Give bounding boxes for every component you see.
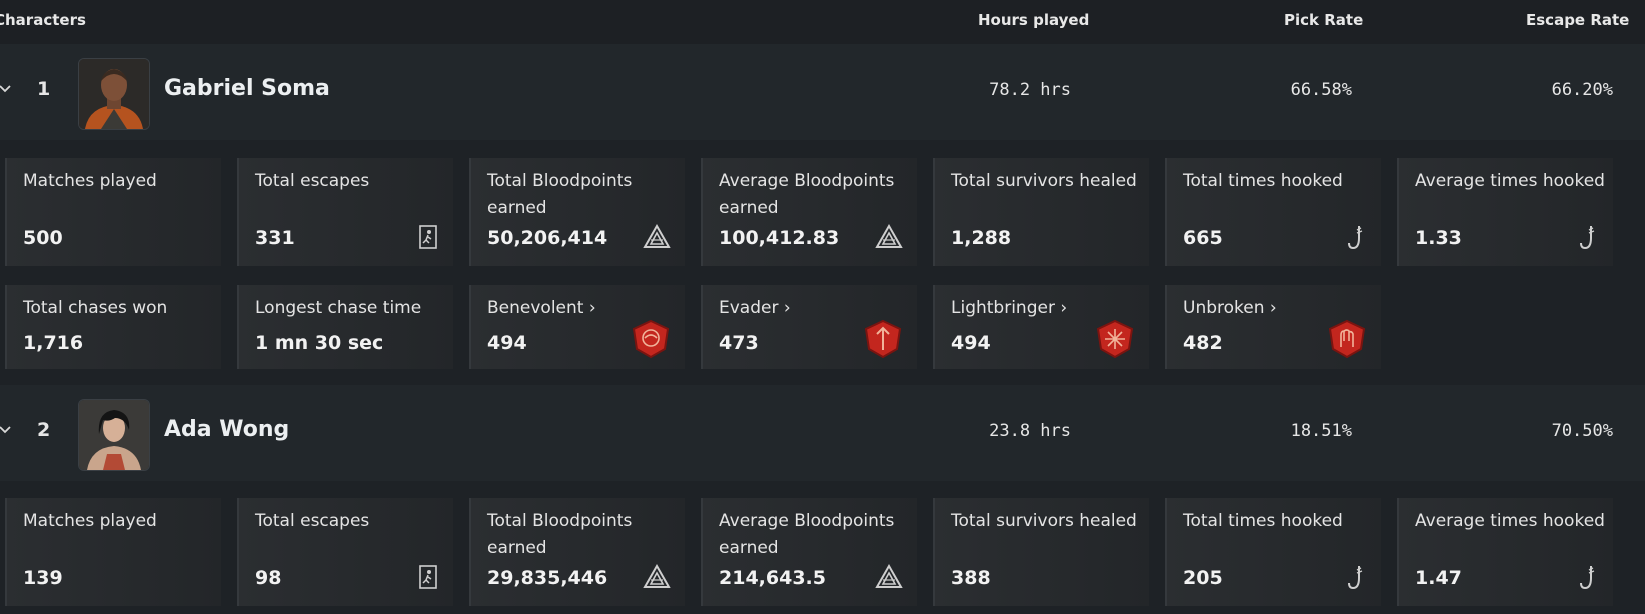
stat-value: 1,288 bbox=[951, 227, 1012, 249]
stat-label: Average Bloodpoints earned bbox=[719, 511, 895, 558]
stat-label: Total escapes bbox=[255, 511, 370, 531]
stat-value: 494 bbox=[951, 332, 991, 354]
avatar-gabriel-soma bbox=[78, 58, 150, 130]
pick-rate-value: 18.51% bbox=[1290, 421, 1352, 441]
stat-value: 214,643.5 bbox=[719, 567, 826, 589]
bloodpoints-icon bbox=[643, 563, 671, 594]
stat-card-longest-chase: Longest chase time 1 mn 30 sec bbox=[237, 285, 453, 369]
escape-rate-value: 66.20% bbox=[1551, 80, 1613, 100]
benevolent-emblem-icon bbox=[631, 319, 671, 363]
stat-card-total-escapes: Total escapes 98 bbox=[237, 498, 453, 606]
stat-label: Total survivors healed bbox=[951, 511, 1137, 531]
rank-number: 2 bbox=[37, 419, 51, 441]
hours-played-value: 23.8 hrs bbox=[989, 421, 1071, 441]
emblem-card-benevolent[interactable]: Benevolent › 494 bbox=[469, 285, 685, 369]
stat-value: 1,716 bbox=[23, 332, 84, 354]
stat-label: Average Bloodpoints earned bbox=[719, 171, 895, 218]
stat-value: 29,835,446 bbox=[487, 567, 608, 589]
stat-card-average-bloodpoints: Average Bloodpoints earned 214,643.5 bbox=[701, 498, 917, 606]
unbroken-emblem-icon bbox=[1327, 319, 1367, 363]
stat-value: 388 bbox=[951, 567, 991, 589]
stat-label: Total survivors healed bbox=[951, 171, 1137, 191]
stat-card-survivors-healed: Total survivors healed 1,288 bbox=[933, 158, 1149, 266]
stat-card-chases-won: Total chases won 1,716 bbox=[5, 285, 221, 369]
stat-value: 139 bbox=[23, 567, 63, 589]
emblem-label[interactable]: Evader › bbox=[719, 295, 909, 322]
stat-label: Average times hooked bbox=[1415, 171, 1605, 191]
stat-card-times-hooked: Total times hooked 205 bbox=[1165, 498, 1381, 606]
stat-card-survivors-healed: Total survivors healed 388 bbox=[933, 498, 1149, 606]
stat-card-total-bloodpoints: Total Bloodpoints earned 50,206,414 bbox=[469, 158, 685, 266]
character-row-gabriel-soma[interactable]: 1 Gabriel Soma 78.2 hrs 66.58% 66.20% bbox=[0, 44, 1645, 140]
bloodpoints-icon bbox=[643, 223, 671, 254]
escape-rate-value: 70.50% bbox=[1551, 421, 1613, 441]
hook-icon bbox=[1579, 564, 1599, 596]
column-header-escape-rate[interactable]: Escape Rate bbox=[1526, 11, 1629, 29]
pick-rate-value: 66.58% bbox=[1290, 80, 1352, 100]
lightbringer-emblem-icon bbox=[1095, 319, 1135, 363]
stat-card-matches-played: Matches played 500 bbox=[5, 158, 221, 266]
avatar-ada-wong bbox=[78, 399, 150, 471]
character-name[interactable]: Gabriel Soma bbox=[164, 76, 330, 101]
stat-value: 1 mn 30 sec bbox=[255, 332, 384, 354]
column-header-hours-played[interactable]: Hours played bbox=[978, 11, 1089, 29]
hook-icon bbox=[1347, 224, 1367, 256]
stat-card-average-times-hooked: Average times hooked 1.47 bbox=[1397, 498, 1613, 606]
stat-value: 205 bbox=[1183, 567, 1223, 589]
stat-label: Matches played bbox=[23, 171, 157, 191]
stat-card-matches-played: Matches played 139 bbox=[5, 498, 221, 606]
table-header: Characters Hours played Pick Rate Escape… bbox=[0, 0, 1645, 44]
escape-icon bbox=[417, 224, 439, 254]
character-name[interactable]: Ada Wong bbox=[164, 417, 289, 442]
hook-icon bbox=[1579, 224, 1599, 256]
stat-value: 494 bbox=[487, 332, 527, 354]
hook-icon bbox=[1347, 564, 1367, 596]
stat-value: 500 bbox=[23, 227, 63, 249]
stat-card-total-escapes: Total escapes 331 bbox=[237, 158, 453, 266]
character-row-ada-wong[interactable]: 2 Ada Wong 23.8 hrs 18.51% 70.50% bbox=[0, 385, 1645, 481]
stat-card-average-bloodpoints: Average Bloodpoints earned 100,412.83 bbox=[701, 158, 917, 266]
stat-value: 50,206,414 bbox=[487, 227, 608, 249]
stat-value: 473 bbox=[719, 332, 759, 354]
stat-value: 331 bbox=[255, 227, 295, 249]
emblem-card-unbroken[interactable]: Unbroken › 482 bbox=[1165, 285, 1381, 369]
stat-label: Total Bloodpoints earned bbox=[487, 511, 633, 558]
stat-label: Total Bloodpoints earned bbox=[487, 171, 633, 218]
stat-card-total-bloodpoints: Total Bloodpoints earned 29,835,446 bbox=[469, 498, 685, 606]
emblem-label[interactable]: Lightbringer › bbox=[951, 295, 1141, 322]
chevron-down-icon[interactable] bbox=[0, 82, 12, 96]
hours-played-value: 78.2 hrs bbox=[989, 80, 1071, 100]
stat-value: 482 bbox=[1183, 332, 1223, 354]
stat-value: 98 bbox=[255, 567, 282, 589]
stat-card-times-hooked: Total times hooked 665 bbox=[1165, 158, 1381, 266]
stat-value: 1.47 bbox=[1415, 567, 1462, 589]
stat-value: 665 bbox=[1183, 227, 1223, 249]
escape-icon bbox=[417, 564, 439, 594]
emblem-card-evader[interactable]: Evader › 473 bbox=[701, 285, 917, 369]
stat-value: 100,412.83 bbox=[719, 227, 840, 249]
stat-card-average-times-hooked: Average times hooked 1.33 bbox=[1397, 158, 1613, 266]
stat-label: Total chases won bbox=[23, 298, 168, 318]
stat-label: Total times hooked bbox=[1183, 511, 1343, 531]
stat-value: 1.33 bbox=[1415, 227, 1462, 249]
emblem-label[interactable]: Unbroken › bbox=[1183, 295, 1373, 322]
stat-label: Total escapes bbox=[255, 171, 370, 191]
stat-label: Average times hooked bbox=[1415, 511, 1605, 531]
emblem-card-lightbringer[interactable]: Lightbringer › 494 bbox=[933, 285, 1149, 369]
rank-number: 1 bbox=[37, 78, 51, 100]
column-header-characters[interactable]: Characters bbox=[0, 11, 86, 29]
bloodpoints-icon bbox=[875, 563, 903, 594]
chevron-down-icon[interactable] bbox=[0, 423, 12, 437]
stat-label: Matches played bbox=[23, 511, 157, 531]
evader-emblem-icon bbox=[863, 319, 903, 363]
column-header-pick-rate[interactable]: Pick Rate bbox=[1284, 11, 1363, 29]
emblem-label[interactable]: Benevolent › bbox=[487, 295, 677, 322]
stat-label: Longest chase time bbox=[255, 298, 422, 318]
stat-label: Total times hooked bbox=[1183, 171, 1343, 191]
bloodpoints-icon bbox=[875, 223, 903, 254]
